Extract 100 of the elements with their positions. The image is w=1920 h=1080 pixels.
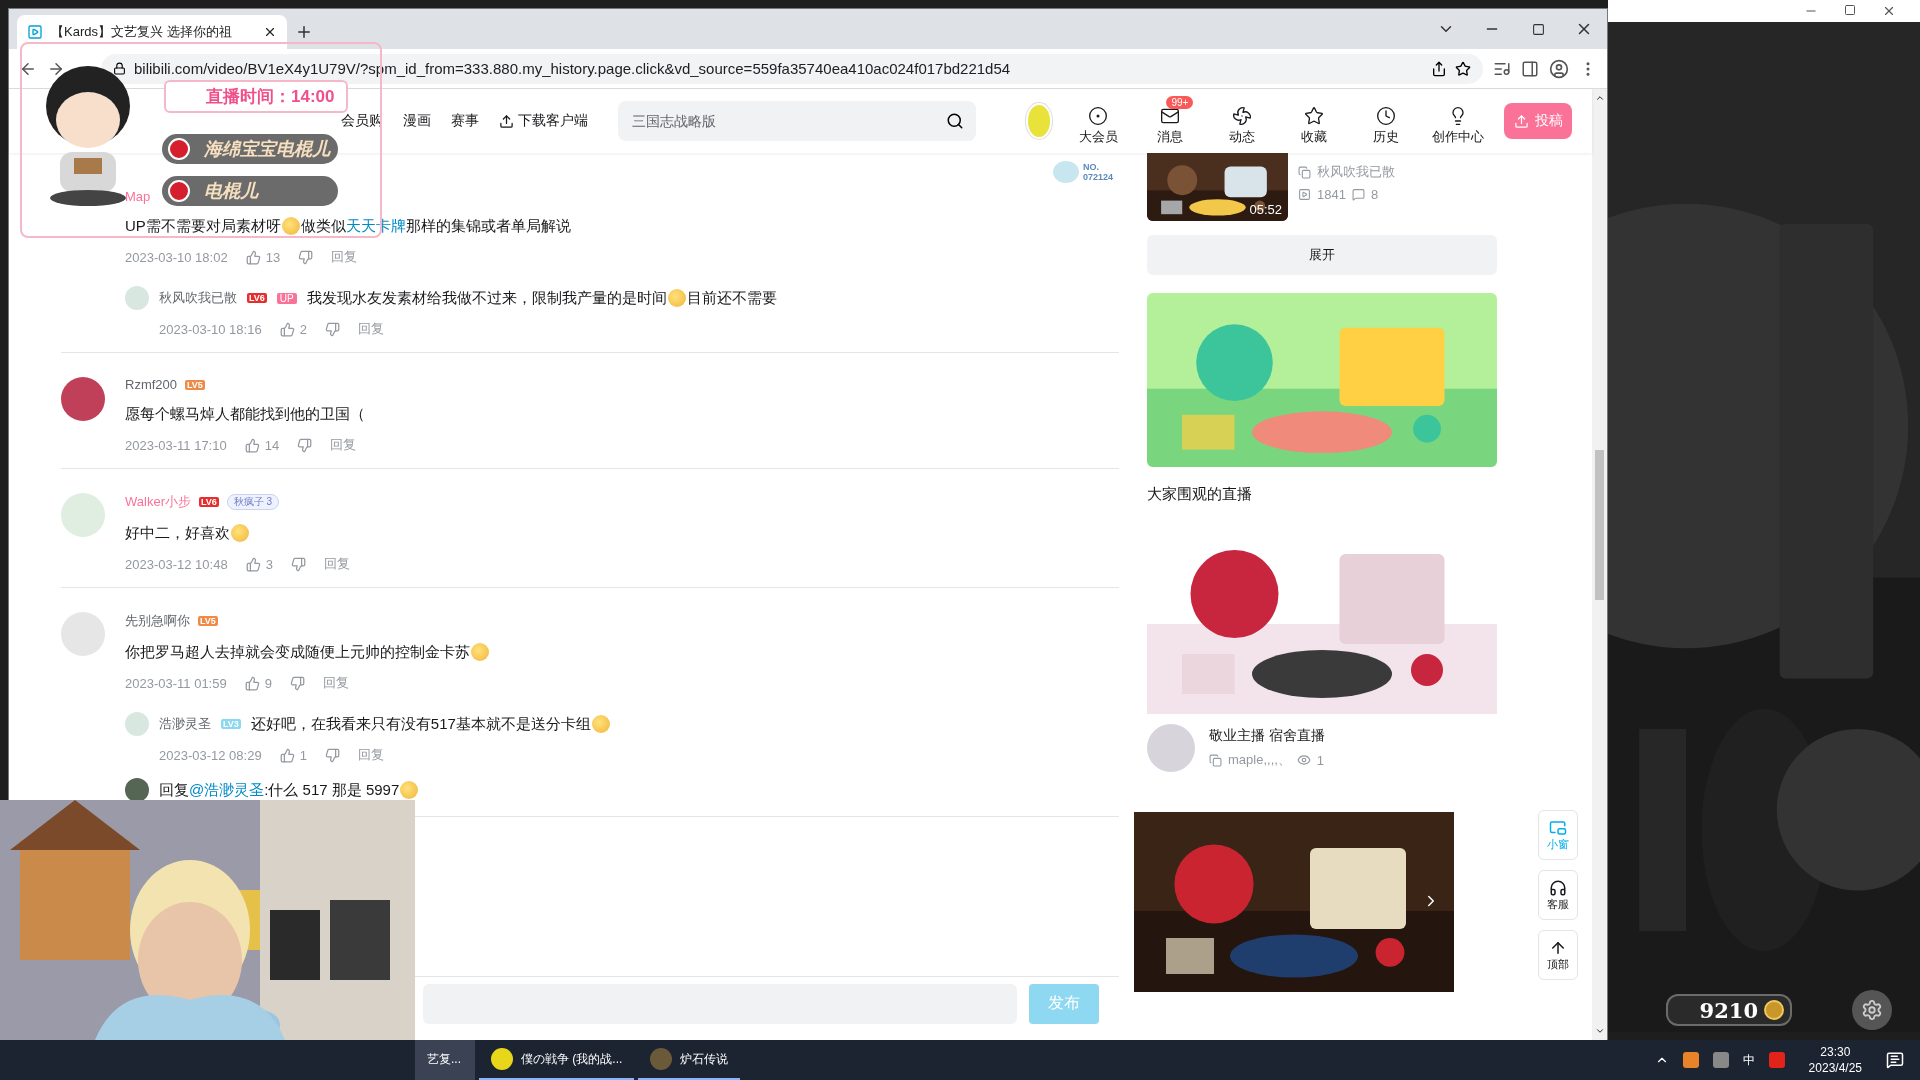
thumbs-down-icon[interactable] (324, 321, 340, 337)
share-icon[interactable] (1431, 60, 1447, 77)
tray-app-icon[interactable] (1768, 1052, 1785, 1068)
play-count-icon (1298, 188, 1311, 201)
notification-icon[interactable] (1886, 1051, 1904, 1069)
taskbar-app[interactable]: 炉石传说 (638, 1040, 741, 1080)
section-heading: 大家围观的直播 (1147, 485, 1253, 504)
comment-date: 2023-03-11 01:59 (125, 675, 227, 691)
thumbs-down-icon[interactable] (298, 249, 314, 265)
thumbs-up-icon[interactable] (279, 321, 295, 337)
comment-text: 好中二，好喜欢 (125, 523, 230, 543)
thumbs-up-icon[interactable] (244, 675, 260, 691)
user-avatar[interactable] (61, 377, 105, 421)
viewer-count: 1 (1316, 752, 1325, 768)
taskbar-app[interactable]: 艺复... (415, 1040, 475, 1080)
search-bar[interactable]: 三国志战略版 (618, 101, 976, 141)
scrollbar-thumb[interactable] (1595, 449, 1604, 600)
browser-tab[interactable]: 【Kards】文艺复兴 选择你的祖 (17, 15, 287, 49)
bookmark-star-icon[interactable] (1455, 60, 1471, 77)
comment-text: 回复 (159, 780, 189, 800)
thumbs-up-icon[interactable] (245, 556, 261, 572)
level-badge: LV5 (185, 379, 205, 390)
taskbar-app[interactable]: 僕の戦争 (我的战... (479, 1040, 635, 1080)
comment-text: 做类似 (300, 216, 346, 236)
thumbs-up-icon[interactable] (245, 249, 261, 265)
user-avatar[interactable] (125, 778, 149, 802)
address-bar[interactable]: bilibili.com/video/BV1eX4y1U79V/?spm_id_from=333.880.my_history.page.click&vd_source=559fa35740ea410ac024f017bd221d54 (101, 53, 1483, 84)
header-nav-item[interactable]: 收藏 (1288, 96, 1341, 146)
upload-icon (1513, 113, 1529, 129)
danmaku-icon (1351, 188, 1365, 201)
comment-date: 2023-03-12 10:48 (125, 556, 228, 572)
close-tab-icon[interactable] (263, 25, 277, 39)
fan-badge-icon (1052, 161, 1079, 183)
header-nav-item[interactable]: 大会员 (1072, 96, 1125, 146)
live-title[interactable]: 敬业主播 宿舍直播 (1209, 727, 1325, 745)
circle-icon (1088, 106, 1109, 126)
float-button[interactable]: 顶部 (1538, 930, 1578, 980)
coin-icon (1764, 1000, 1784, 1020)
like-count: 14 (264, 437, 280, 453)
thumbs-up-icon[interactable] (244, 437, 260, 453)
comment-link[interactable]: @浩渺灵圣 (189, 778, 265, 802)
nav-link[interactable]: 赛事 (451, 112, 479, 130)
level-badge: LV5 (198, 616, 218, 626)
comment-date: 2023-03-11 17:10 (125, 437, 227, 453)
profile-icon[interactable] (1549, 58, 1569, 79)
eye-icon (1296, 753, 1311, 767)
new-tab-icon[interactable] (295, 23, 313, 41)
comment-text: :什么 517 那是 5997 (264, 780, 400, 800)
like-count: 3 (265, 556, 273, 572)
maximize-icon[interactable] (1531, 22, 1545, 36)
caption-text: 海绵宝宝电棍儿 (204, 138, 330, 161)
username[interactable]: 先别急啊你 (125, 612, 190, 630)
comment-text: UP需不需要对局素材呀 (125, 216, 281, 236)
thumbs-down-icon[interactable] (290, 556, 306, 572)
like-count: 1 (299, 747, 307, 763)
clock-icon (1376, 106, 1397, 126)
notification-badge: 99+ (1166, 96, 1194, 109)
emoji-icon (591, 715, 610, 733)
thumbs-down-icon[interactable] (297, 437, 313, 453)
search-field[interactable]: 三国志战略版 (630, 112, 946, 130)
clock[interactable]: 23:30 2023/4/25 (1808, 1044, 1862, 1076)
live-time-label: 直播时间：14:00 (164, 80, 349, 113)
currency-counter: 9210 (1666, 994, 1792, 1026)
thumbs-up-icon[interactable] (279, 747, 295, 763)
input-method[interactable]: 中 (1742, 1051, 1755, 1069)
tray-app-icon[interactable] (1682, 1052, 1699, 1068)
header-nav-item[interactable]: 历史 (1360, 96, 1413, 146)
username[interactable]: 秋风吹我已散 (159, 289, 237, 307)
view-count: 1841 (1317, 187, 1346, 202)
pinwheel-icon (1232, 106, 1253, 126)
scroll-down-icon[interactable] (1594, 1026, 1605, 1036)
emoji-icon (281, 217, 300, 235)
comment-text: 目前还不需要 (686, 288, 777, 308)
header-nav-item[interactable]: 动态 (1216, 96, 1269, 146)
scroll-up-icon[interactable] (1594, 93, 1605, 103)
expand-button[interactable]: 展开 (1147, 235, 1497, 275)
username[interactable]: Rzmf200 (125, 377, 178, 392)
mini-window-icon (1549, 818, 1567, 837)
header-nav-item[interactable]: 消息 99+ (1144, 96, 1197, 146)
comment-text: 愿每个螺马焯人都能找到他的卫国（ (125, 404, 365, 424)
like-count: 13 (265, 249, 281, 265)
comment-text: 我发现水友发素材给我做不过来，限制我产量的是时间 (306, 288, 667, 308)
nav-link[interactable]: 漫画 (403, 112, 431, 130)
float-button[interactable]: 客服 (1538, 870, 1578, 920)
download-icon (499, 113, 514, 129)
restore-icon[interactable] (1844, 4, 1856, 16)
thumbs-down-icon[interactable] (324, 747, 340, 763)
username[interactable]: 浩渺灵圣 (159, 715, 211, 733)
comment-text: 还好吧，在我看来只有没有517基本就不是送分卡组 (250, 714, 591, 734)
header-nav-item[interactable]: 创作中心 (1432, 96, 1485, 146)
close-icon[interactable] (1882, 4, 1896, 18)
comment-date: 2023-03-12 08:29 (159, 747, 262, 763)
comment-date: 2023-03-10 18:02 (125, 249, 228, 265)
side-panel-icon[interactable] (1521, 59, 1539, 78)
nav-link[interactable]: 下载客户端 (499, 112, 588, 130)
search-icon[interactable] (945, 112, 964, 130)
thumbs-down-icon[interactable] (289, 675, 305, 691)
tv-icon (27, 24, 43, 40)
comment-text: 那样的集锦或者单局解说 (405, 216, 571, 236)
fan-medal: 秋疯子 3 (226, 494, 280, 510)
